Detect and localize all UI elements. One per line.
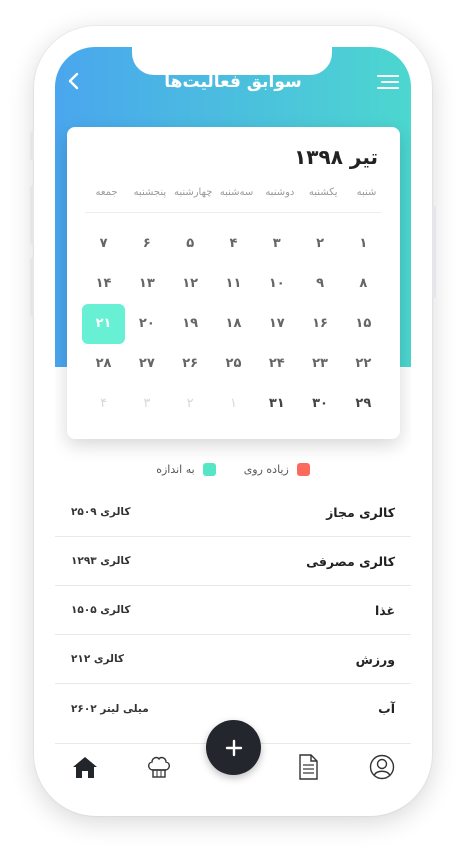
calendar-day[interactable]: ۳۱ xyxy=(255,384,298,424)
legend-normal-swatch xyxy=(202,462,216,476)
calendar-day[interactable]: ۲۴ xyxy=(255,344,298,384)
calendar-day[interactable]: ۷ xyxy=(82,224,125,264)
calendar-day[interactable]: ۱۴ xyxy=(82,264,125,304)
calendar-day[interactable]: ۲۹ xyxy=(342,384,385,424)
stat-value: کالری ۱۲۹۳ xyxy=(71,555,131,567)
calendar-day[interactable]: ۵ xyxy=(169,224,212,264)
calendar-day[interactable]: ۸ xyxy=(342,264,385,304)
home-icon xyxy=(73,757,97,778)
menu-icon-bar xyxy=(381,81,399,83)
calendar-day[interactable]: ۲ xyxy=(298,224,341,264)
weekday-label: دوشنبه xyxy=(265,187,295,198)
menu-icon-bar xyxy=(377,87,399,89)
calendar-legend: زیاده روی به اندازه xyxy=(55,460,411,478)
calendar-day[interactable]: ۱۱ xyxy=(212,264,255,304)
stat-row-consumed-calories: کالری مصرفی کالری ۱۲۹۳ xyxy=(55,537,411,586)
chef-hat-icon xyxy=(148,756,170,778)
nav-recipes[interactable] xyxy=(144,752,174,782)
stat-label: آب xyxy=(378,701,395,716)
calendar-day[interactable]: ۲۲ xyxy=(342,344,385,384)
stat-value: کالری ۲۱۲ xyxy=(71,653,125,665)
weekday-label: شنبه xyxy=(356,187,377,198)
calendar-day-next-month: ۴ xyxy=(100,396,108,411)
stats-list: کالری مجاز کالری ۲۵۰۹ کالری مصرفی کالری … xyxy=(55,488,411,733)
calendar-day[interactable]: ۱ xyxy=(342,224,385,264)
calendar-day[interactable]: ۱۵ xyxy=(342,304,385,344)
legend-normal-label: به اندازه xyxy=(156,462,195,476)
app-screen: سوابق فعالیت‌ها تیر ۱۳۹۸ شنبه یکشنبه دوش… xyxy=(55,47,411,793)
stat-value: کالری ۲۵۰۹ xyxy=(71,506,131,518)
calendar-day-next-month: ۱ xyxy=(229,396,237,411)
volume-down-button xyxy=(30,258,34,316)
menu-icon-bar xyxy=(377,75,399,77)
nav-reports[interactable] xyxy=(293,752,323,782)
stat-value: کالری ۱۵۰۵ xyxy=(71,604,131,616)
add-button[interactable] xyxy=(206,720,261,775)
chevron-left-icon xyxy=(68,72,79,90)
silent-switch xyxy=(30,132,34,160)
calendar-day[interactable]: ۱۳ xyxy=(125,264,168,304)
back-button[interactable] xyxy=(63,69,83,93)
calendar-day[interactable]: ۱۲ xyxy=(169,264,212,304)
add-icon xyxy=(225,739,242,756)
weekday-label: جمعه xyxy=(95,187,118,198)
legend-normal: به اندازه xyxy=(156,460,216,478)
calendar-day[interactable]: ۱۹ xyxy=(169,304,212,344)
stat-label: کالری مصرفی xyxy=(306,553,395,569)
calendar-day[interactable]: ۲۰ xyxy=(125,304,168,344)
legend-over: زیاده روی xyxy=(244,460,310,478)
stat-value: میلی لیتر ۲۶۰۲ xyxy=(71,702,149,715)
calendar-day[interactable]: ۳ xyxy=(255,224,298,264)
weekday-label: پنجشنبه xyxy=(133,187,167,198)
calendar-day-next-month: ۳ xyxy=(143,396,151,411)
calendar-day[interactable]: ۱۶ xyxy=(298,304,341,344)
calendar-day-selected[interactable]: ۲۱ xyxy=(81,304,126,344)
volume-up-button xyxy=(30,186,34,244)
calendar-card: تیر ۱۳۹۸ شنبه یکشنبه دوشنبه سه‌شنبه چهار… xyxy=(67,127,400,439)
calendar-divider xyxy=(85,212,382,213)
weekday-label: چهارشنبه xyxy=(173,187,213,198)
calendar-day[interactable]: ۲۵ xyxy=(212,344,255,384)
calendar-day[interactable]: ۱۸ xyxy=(212,304,255,344)
calendar-day[interactable]: ۱۰ xyxy=(255,264,298,304)
calendar-day[interactable]: ۲۶ xyxy=(169,344,212,384)
power-button xyxy=(432,206,436,298)
stat-label: ورزش xyxy=(355,651,395,667)
weekday-header: شنبه یکشنبه دوشنبه سه‌شنبه چهارشنبه پنجش… xyxy=(85,187,388,203)
calendar-day-next-month: ۲ xyxy=(186,396,194,411)
nav-home[interactable] xyxy=(70,752,100,782)
page-title: سوابق فعالیت‌ها xyxy=(164,72,302,92)
calendar-grid: ۱ ۲ ۳ ۴ ۵ ۶ ۷ ۸ ۹ ۱۰ ۱۱ ۱۲ ۱۳ ۱۴ ۱۵ ۱۶ ۱… xyxy=(81,224,385,424)
stat-row-allowed-calories: کالری مجاز کالری ۲۵۰۹ xyxy=(55,488,411,537)
calendar-day[interactable]: ۲۳ xyxy=(298,344,341,384)
calendar-day[interactable]: ۲۷ xyxy=(125,344,168,384)
stat-label: غذا xyxy=(374,602,395,618)
legend-over-label: زیاده روی xyxy=(243,462,289,476)
profile-icon xyxy=(369,754,395,780)
calendar-day[interactable]: ۳۰ xyxy=(298,384,341,424)
legend-over-swatch xyxy=(296,462,310,476)
weekday-label: سه‌شنبه xyxy=(219,187,254,198)
calendar-day[interactable]: ۶ xyxy=(125,224,168,264)
calendar-day[interactable]: ۴ xyxy=(212,224,255,264)
calendar-month-title: تیر ۱۳۹۸ xyxy=(294,145,378,169)
stat-row-food: غذا کالری ۱۵۰۵ xyxy=(55,586,411,635)
nav-profile[interactable] xyxy=(367,752,397,782)
stat-row-exercise: ورزش کالری ۲۱۲ xyxy=(55,635,411,684)
weekday-label: یکشنبه xyxy=(308,187,338,198)
menu-button[interactable] xyxy=(377,75,401,91)
calendar-day[interactable]: ۹ xyxy=(298,264,341,304)
calendar-day[interactable]: ۲۸ xyxy=(82,344,125,384)
calendar-day[interactable]: ۱۷ xyxy=(255,304,298,344)
stat-label: کالری مجاز xyxy=(326,504,395,520)
document-icon xyxy=(299,754,318,780)
